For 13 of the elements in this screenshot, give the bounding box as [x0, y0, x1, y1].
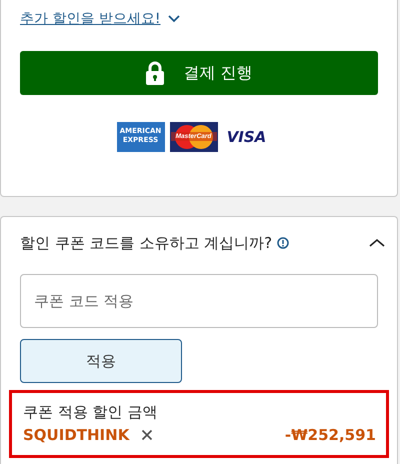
apply-button[interactable]: 적용 — [20, 339, 182, 383]
checkout-button[interactable]: 결제 진행 — [20, 51, 378, 95]
discount-link[interactable]: 추가 할인을 받으세요! — [20, 10, 161, 28]
discount-amount: -₩252,591 — [284, 426, 376, 444]
chevron-down-icon[interactable] — [166, 14, 181, 24]
coupon-discount-label: 쿠폰 적용 할인 금액 — [23, 403, 158, 422]
coupon-code-field[interactable]: 쿠폰 코드 적용 — [20, 274, 378, 328]
coupon-code: SQUIDTHINK — [23, 426, 130, 444]
lock-icon — [145, 61, 166, 85]
coupon-question: 할인 쿠폰 코드를 소유하고 계십니까? — [20, 234, 272, 252]
chevron-up-icon[interactable] — [369, 238, 385, 248]
close-icon[interactable] — [141, 429, 154, 441]
info-icon[interactable] — [277, 237, 290, 249]
